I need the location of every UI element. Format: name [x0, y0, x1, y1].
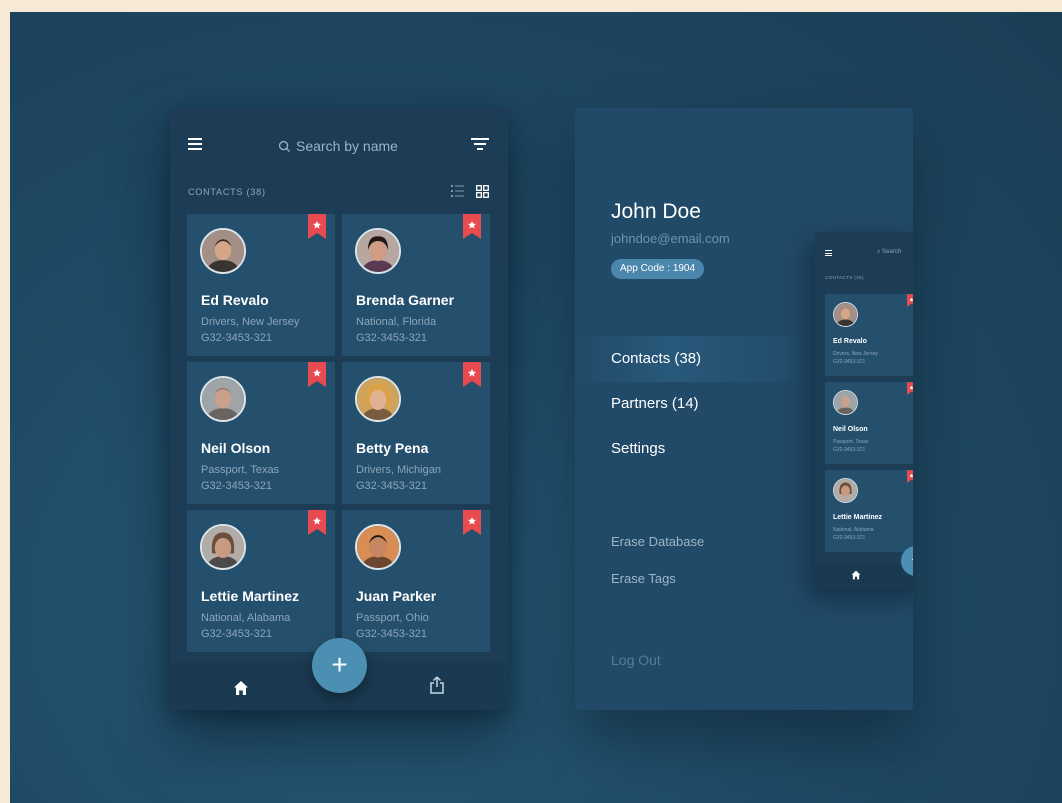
- contact-details: National, Alabama G32-3453-321: [833, 527, 874, 541]
- avatar: [200, 376, 246, 422]
- grid-view-icon[interactable]: [476, 185, 489, 198]
- showcase-background: Search by name CONTACTS (38) Ed Revalo D…: [10, 12, 1062, 803]
- navigation-drawer: John Doe johndoe@email.com App Code : 19…: [575, 108, 913, 710]
- contact-card[interactable]: Juan Parker Passport, Ohio G32-3453-321: [342, 510, 490, 652]
- contact-group: Passport, Ohio: [356, 612, 429, 624]
- contact-group: Passport, Texas: [201, 464, 280, 476]
- user-email: johndoe@email.com: [611, 231, 730, 246]
- avatar: [200, 524, 246, 570]
- contact-group: Drivers, Michigan: [356, 464, 441, 476]
- contacts-count-label: CONTACTS (38): [188, 187, 266, 197]
- contact-card: Lettie Martinez National, Alabama G32-345…: [825, 470, 913, 552]
- contact-details: Drivers, New Jersey G32-3453-321: [833, 351, 878, 365]
- contact-phone: G32-3453-321: [201, 480, 272, 492]
- top-bar: Search by name: [170, 108, 508, 188]
- menu-item-settings[interactable]: Settings: [611, 440, 665, 457]
- bookmark-icon[interactable]: [308, 362, 326, 387]
- menu-icon: [825, 250, 832, 256]
- contact-details: Drivers, Michigan G32-3453-321: [356, 462, 441, 494]
- contacts-screen: Search by name CONTACTS (38) Ed Revalo D…: [170, 108, 508, 710]
- bottom-nav: [815, 564, 913, 588]
- contacts-count-label: CONTACTS (38): [825, 275, 864, 280]
- erase-tags-button[interactable]: Erase Tags: [611, 571, 676, 586]
- contact-card[interactable]: Neil Olson Passport, Texas G32-3453-321: [187, 362, 335, 504]
- contact-card[interactable]: Betty Pena Drivers, Michigan G32-3453-321: [342, 362, 490, 504]
- avatar: [833, 390, 858, 415]
- plus-icon: +: [901, 546, 913, 576]
- contact-details: Drivers, New Jersey G32-3453-321: [201, 314, 299, 346]
- contact-name: Lettie Martinez: [833, 514, 883, 521]
- contact-card: Neil Olson Passport, Texas G32-3453-321: [825, 382, 913, 464]
- erase-database-button[interactable]: Erase Database: [611, 534, 704, 549]
- bookmark-icon[interactable]: [463, 214, 481, 239]
- contact-card: Ed Revalo Drivers, New Jersey G32-3453-32…: [825, 294, 913, 376]
- contact-details: Passport, Texas G32-3453-321: [833, 439, 869, 453]
- avatar: [355, 524, 401, 570]
- contact-details: National, Alabama G32-3453-321: [201, 610, 290, 642]
- plus-icon: +: [331, 649, 348, 680]
- contact-card[interactable]: Ed Revalo Drivers, New Jersey G32-3453-32…: [187, 214, 335, 356]
- contact-name: Neil Olson: [833, 426, 868, 433]
- app-code-badge: App Code : 1904: [611, 259, 705, 279]
- contact-phone: G32-3453-321: [201, 628, 272, 640]
- avatar: [355, 228, 401, 274]
- logout-button[interactable]: Log Out: [611, 652, 661, 668]
- bookmark-icon: [907, 382, 913, 395]
- bookmark-icon[interactable]: [308, 214, 326, 239]
- menu-item-partners[interactable]: Partners (14): [611, 395, 699, 412]
- contact-card[interactable]: Lettie Martinez National, Alabama G32-345…: [187, 510, 335, 652]
- add-contact-button: +: [901, 546, 913, 576]
- contacts-screen-preview[interactable]: ⌕ Search CONTACTS (38) Ed Revalo Drivers…: [815, 232, 913, 588]
- user-name: John Doe: [611, 200, 701, 223]
- contact-details: National, Florida G32-3453-321: [356, 314, 436, 346]
- search-placeholder: Search by name: [296, 138, 398, 154]
- menu-icon[interactable]: [188, 138, 202, 150]
- bookmark-icon[interactable]: [463, 362, 481, 387]
- contact-group: National, Alabama: [201, 612, 291, 624]
- contact-group: Drivers, New Jersey: [201, 316, 300, 328]
- contact-phone: G32-3453-321: [356, 480, 427, 492]
- contact-phone: G32-3453-321: [356, 332, 427, 344]
- contact-name: Betty Pena: [356, 440, 429, 456]
- filter-icon[interactable]: [471, 138, 489, 152]
- contact-phone: G32-3453-321: [201, 332, 272, 344]
- home-icon[interactable]: [233, 680, 249, 696]
- contact-name: Ed Revalo: [833, 338, 867, 345]
- search-placeholder: ⌕ Search: [877, 249, 902, 255]
- contact-details: Passport, Texas G32-3453-321: [201, 462, 279, 494]
- search-input[interactable]: Search by name: [278, 136, 398, 156]
- avatar: [200, 228, 246, 274]
- avatar: [833, 478, 858, 503]
- bookmark-icon: [907, 470, 913, 483]
- contact-group: National, Florida: [356, 316, 437, 328]
- bookmark-icon[interactable]: [308, 510, 326, 535]
- bookmark-icon: [907, 294, 913, 307]
- home-icon: [851, 570, 861, 580]
- search-icon: [278, 140, 291, 152]
- avatar: [833, 302, 858, 327]
- contact-card[interactable]: Brenda Garner National, Florida G32-3453-…: [342, 214, 490, 356]
- contact-name: Juan Parker: [356, 588, 437, 604]
- avatar: [355, 376, 401, 422]
- add-contact-button[interactable]: +: [312, 638, 367, 693]
- share-icon[interactable]: [429, 676, 445, 694]
- contact-name: Lettie Martinez: [201, 588, 300, 604]
- contact-name: Ed Revalo: [201, 292, 269, 308]
- contact-name: Brenda Garner: [356, 292, 455, 308]
- list-view-icon[interactable]: [451, 185, 464, 197]
- bookmark-icon[interactable]: [463, 510, 481, 535]
- menu-item-contacts[interactable]: Contacts (38): [611, 350, 701, 367]
- contact-name: Neil Olson: [201, 440, 271, 456]
